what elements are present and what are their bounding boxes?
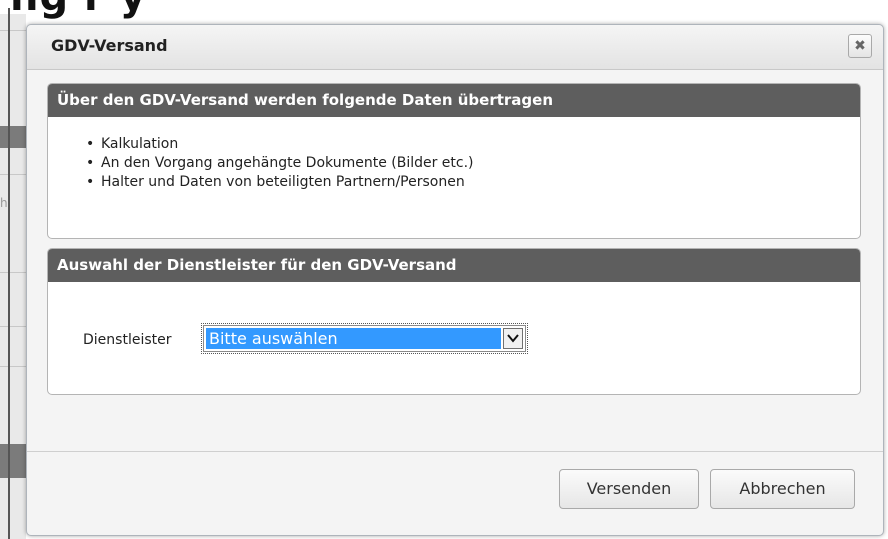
close-button[interactable]: ✖ <box>848 34 872 58</box>
background-page-title: ng r y <box>10 0 147 20</box>
chevron-down-icon <box>507 334 519 343</box>
list-item: • Kalkulation <box>86 135 474 154</box>
list-item-label: Kalkulation <box>101 136 179 152</box>
list-item: • An den Vorgang angehängte Dokumente (Bi… <box>86 154 474 173</box>
gdv-versand-dialog: GDV-Versand ✖ Über den GDV-Versand werde… <box>26 24 884 536</box>
provider-select[interactable]: Bitte auswählen <box>201 323 528 354</box>
provider-select-value: Bitte auswählen <box>206 328 501 349</box>
screen: ng r y h GDV-Versand ✖ Über den GDV-Vers… <box>0 0 888 539</box>
dialog-titlebar[interactable]: GDV-Versand ✖ <box>27 25 883 70</box>
list-item-label: An den Vorgang angehängte Dokumente (Bil… <box>101 155 474 171</box>
provider-selection-header: Auswahl der Dienstleister für den GDV-Ve… <box>48 249 860 282</box>
provider-field-label: Dienstleister <box>83 332 172 348</box>
list-item: • Halter und Daten von beteiligten Partne… <box>86 173 474 192</box>
close-icon: ✖ <box>854 38 866 54</box>
transfer-info-panel: Über den GDV-Versand werden folgende Dat… <box>47 83 861 239</box>
dialog-title: GDV-Versand <box>51 36 168 55</box>
background-sidebar <box>0 14 26 539</box>
background-frame-edge <box>8 8 10 539</box>
bullet-icon: • <box>86 174 95 190</box>
cancel-button[interactable]: Abbrechen <box>710 469 855 509</box>
bullet-icon: • <box>86 155 95 171</box>
bullet-icon: • <box>86 136 95 152</box>
transfer-info-header: Über den GDV-Versand werden folgende Dat… <box>48 84 860 117</box>
dropdown-arrow-button[interactable] <box>503 328 523 349</box>
transfer-data-list: • Kalkulation • An den Vorgang angehängte … <box>86 135 474 192</box>
provider-selection-panel: Auswahl der Dienstleister für den GDV-Ve… <box>47 248 861 395</box>
footer-separator <box>27 451 883 452</box>
send-button[interactable]: Versenden <box>559 469 699 509</box>
background-text-fragment: h <box>0 196 8 210</box>
list-item-label: Halter und Daten von beteiligten Partner… <box>101 174 465 190</box>
